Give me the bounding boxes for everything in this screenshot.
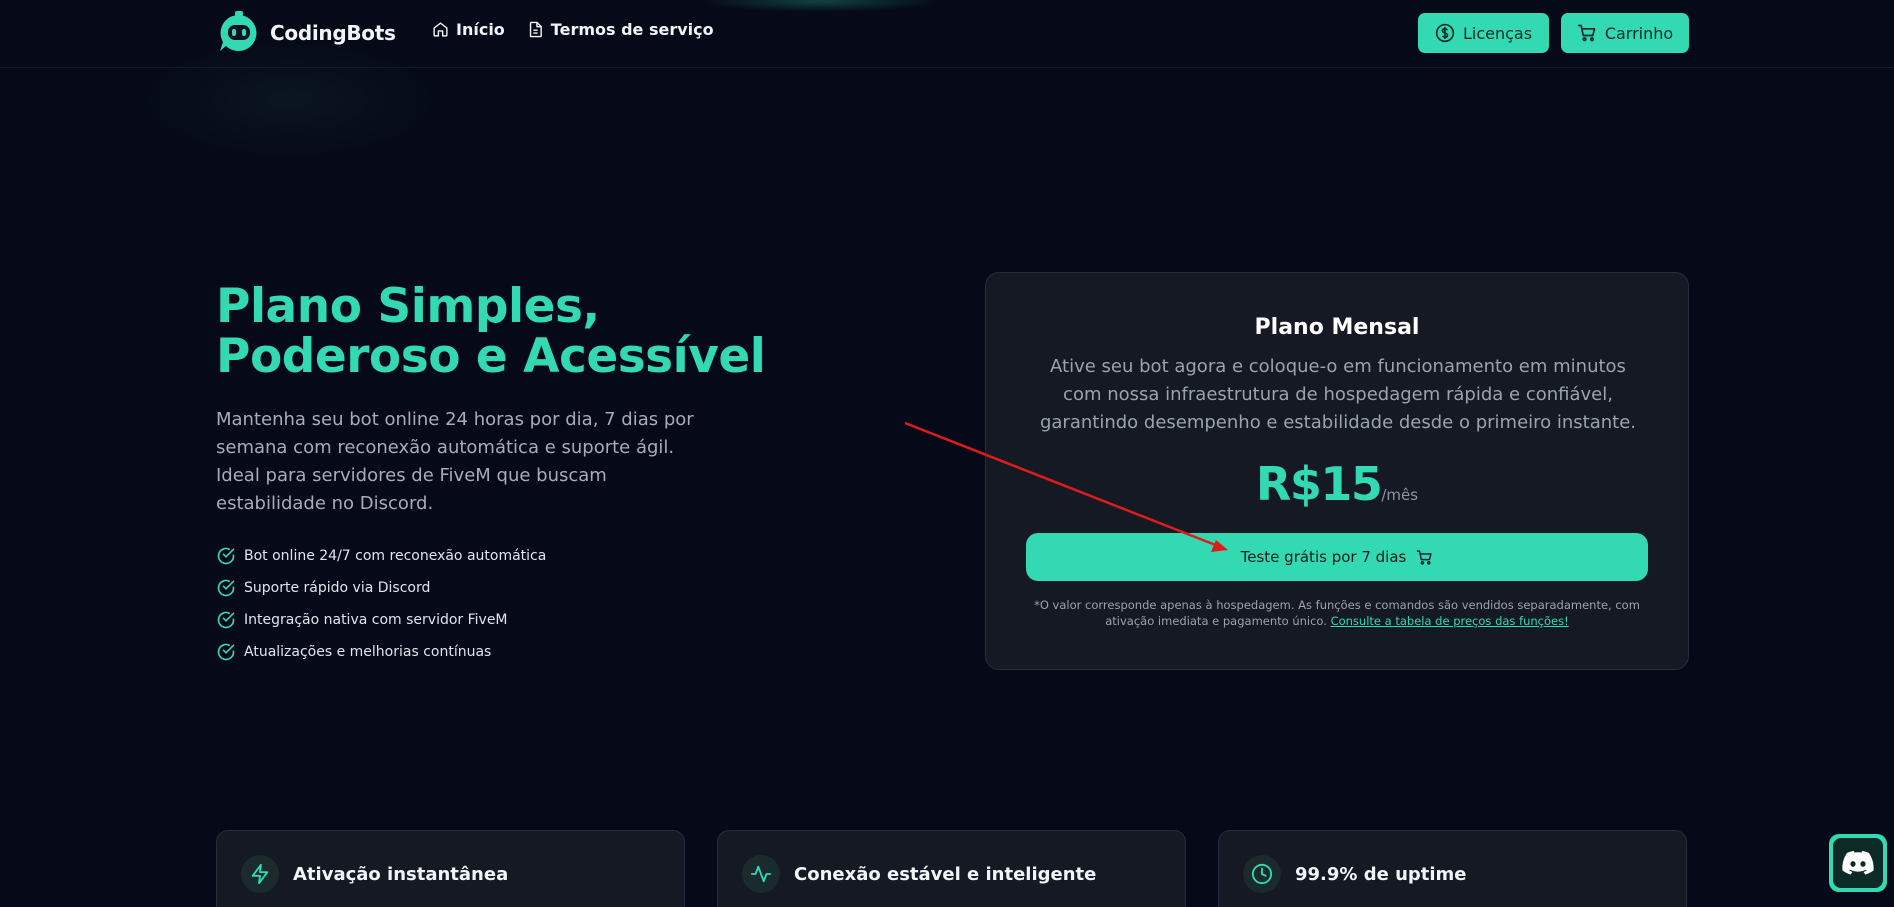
site-header: CodingBots Início Termos de serviço Lice… — [0, 0, 1894, 68]
feature-card-activation: Ativação instantânea — [216, 830, 685, 907]
price-amount: R$15 — [1255, 457, 1383, 511]
list-item: Integração nativa com servidor FiveM — [216, 604, 546, 636]
feature-card-uptime: 99.9% de uptime — [1218, 830, 1687, 907]
check-circle-icon — [217, 547, 235, 565]
feature-card-title: Conexão estável e inteligente — [794, 864, 1097, 885]
nav-terms-label: Termos de serviço — [550, 20, 714, 39]
price-period: /mês — [1381, 486, 1419, 504]
feature-card-connection: Conexão estável e inteligente — [717, 830, 1186, 907]
nav-terms[interactable]: Termos de serviço — [527, 20, 714, 39]
feature-text: Atualizações e melhorias contínuas — [244, 644, 492, 660]
nav-home-label: Início — [456, 20, 505, 39]
feature-card-title: Ativação instantânea — [293, 864, 509, 885]
dollar-circle-icon — [1435, 23, 1455, 43]
licenses-label: Licenças — [1462, 23, 1533, 43]
cart-icon — [1577, 24, 1596, 42]
feature-card-title: 99.9% de uptime — [1295, 864, 1467, 885]
check-circle-icon — [217, 579, 235, 597]
home-icon — [433, 22, 448, 37]
plan-price: R$15/mês — [986, 457, 1688, 511]
feature-list: Bot online 24/7 com reconexão automática… — [216, 540, 546, 668]
list-item: Suporte rápido via Discord — [216, 572, 546, 604]
feature-text: Suporte rápido via Discord — [244, 580, 431, 596]
licenses-button[interactable]: Licenças — [1418, 13, 1549, 53]
feature-text: Bot online 24/7 com reconexão automática — [244, 548, 547, 564]
discord-icon — [1833, 838, 1883, 888]
cart-label: Carrinho — [1604, 23, 1674, 43]
brand-name: CodingBots — [270, 21, 396, 45]
plan-card: Plano Mensal Ative seu bot agora e coloq… — [985, 272, 1689, 670]
check-circle-icon — [217, 643, 235, 661]
plan-description: Ative seu bot agora e coloque-o em funci… — [1039, 356, 1637, 433]
document-icon — [529, 21, 542, 38]
main-nav: Início Termos de serviço — [432, 20, 714, 39]
pricing-note: *O valor corresponde apenas à hospedagem… — [1026, 597, 1648, 629]
check-circle-icon — [217, 611, 235, 629]
plan-title: Plano Mensal — [1254, 315, 1420, 340]
list-item: Atualizações e melhorias contínuas — [216, 636, 546, 668]
lightning-icon — [241, 855, 279, 893]
cart-icon — [1417, 549, 1432, 565]
clock-icon — [1243, 855, 1281, 893]
feature-text: Integração nativa com servidor FiveM — [244, 612, 508, 628]
free-trial-label: Teste grátis por 7 dias — [1240, 548, 1407, 566]
hero-description: Mantenha seu bot online 24 horas por dia… — [216, 409, 694, 514]
robot-logo-icon — [220, 11, 257, 51]
price-table-link[interactable]: Consulte a tabela de preços das funções! — [1331, 614, 1569, 628]
activity-icon — [742, 855, 780, 893]
hero-title: Plano Simples, Poderoso e Acessível — [216, 279, 766, 384]
brand-logo[interactable]: CodingBots — [216, 11, 396, 55]
cart-button[interactable]: Carrinho — [1561, 13, 1689, 53]
nav-home[interactable]: Início — [432, 20, 505, 39]
list-item: Bot online 24/7 com reconexão automática — [216, 540, 546, 572]
free-trial-button[interactable]: Teste grátis por 7 dias — [1026, 533, 1648, 581]
discord-button[interactable] — [1829, 834, 1887, 892]
